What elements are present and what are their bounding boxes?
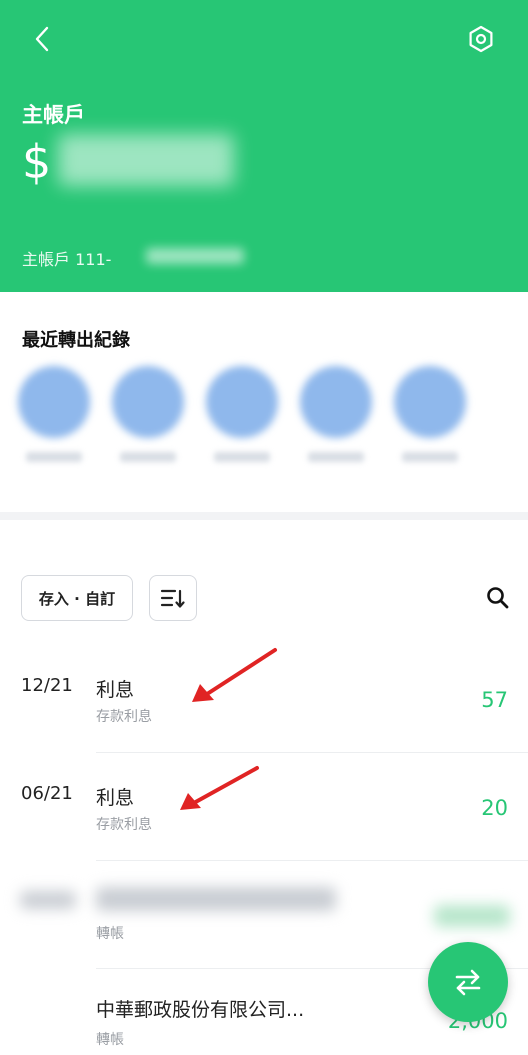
transaction-name: 利息 — [96, 787, 135, 809]
avatar — [18, 366, 90, 438]
transaction-amount-redacted — [434, 905, 510, 927]
sort-icon — [160, 589, 185, 608]
recent-contact[interactable] — [106, 360, 190, 470]
recent-contact[interactable] — [294, 360, 378, 470]
section-divider — [0, 512, 528, 520]
transaction-subtitle: 存款利息 — [96, 709, 152, 725]
annotation-arrow-icon — [192, 648, 277, 702]
transaction-name-redacted — [96, 887, 336, 911]
recent-contact[interactable] — [12, 360, 96, 470]
sort-button[interactable] — [149, 575, 197, 621]
filter-button[interactable]: 存入 · 自訂 — [21, 575, 133, 621]
transaction-amount: 20 — [481, 796, 508, 820]
transfer-fab-button[interactable] — [428, 942, 508, 1022]
transaction-date: 06/21 — [21, 783, 73, 804]
search-button[interactable] — [484, 584, 512, 612]
account-header: 主帳戶 $ 主帳戶 111- — [0, 0, 528, 292]
transaction-date-redacted — [20, 891, 76, 909]
account-number: 主帳戶 111- — [22, 250, 112, 269]
contact-name-redacted — [214, 452, 270, 462]
transaction-subtitle: 存款利息 — [96, 817, 152, 833]
annotation-arrow-icon — [180, 766, 259, 810]
chevron-left-icon — [35, 26, 49, 52]
avatar — [112, 366, 184, 438]
transaction-date: 12/21 — [21, 675, 73, 696]
transaction-name: 中華郵政股份有限公司... — [96, 999, 305, 1021]
avatar — [206, 366, 278, 438]
recent-contact[interactable] — [388, 360, 472, 470]
contact-name-redacted — [120, 452, 176, 462]
contact-name-redacted — [26, 452, 82, 462]
recent-contacts-row[interactable] — [0, 356, 528, 476]
balance-amount-redacted — [58, 134, 234, 186]
avatar — [394, 366, 466, 438]
account-title: 主帳戶 — [22, 103, 85, 127]
hexagon-settings-icon — [469, 25, 493, 53]
contact-name-redacted — [308, 452, 364, 462]
transaction-amount: 57 — [481, 688, 508, 712]
balance-currency: $ — [22, 135, 52, 189]
transaction-subtitle: 轉帳 — [96, 926, 124, 942]
search-icon — [487, 587, 509, 609]
settings-button[interactable] — [466, 24, 496, 54]
account-number-redacted — [146, 248, 244, 264]
recent-transfers-title: 最近轉出紀錄 — [22, 330, 130, 351]
contact-name-redacted — [402, 452, 458, 462]
transaction-name: 利息 — [96, 679, 135, 701]
recent-contact[interactable] — [200, 360, 284, 470]
back-button[interactable] — [30, 24, 56, 54]
avatar — [300, 366, 372, 438]
transaction-subtitle: 轉帳 — [96, 1032, 124, 1048]
swap-arrows-icon — [455, 969, 481, 996]
